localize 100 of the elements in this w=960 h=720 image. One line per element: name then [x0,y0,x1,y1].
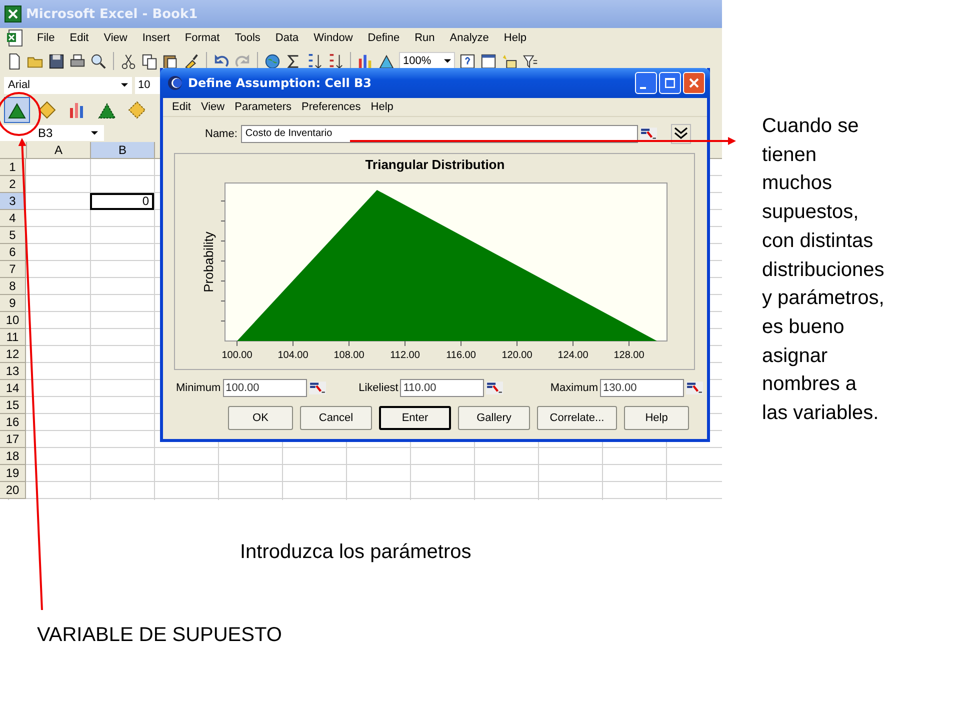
maximize-button[interactable] [659,72,681,94]
row-header[interactable]: 6 [0,244,26,261]
row-header[interactable]: 9 [0,295,26,312]
tick-label: 108.00 [334,350,364,361]
minimize-button[interactable] [635,72,657,94]
menu-item[interactable]: Window [306,32,361,44]
menu-item[interactable]: View [96,32,136,44]
diamond-icon [127,100,147,120]
menu-item[interactable]: Preferences [296,101,366,113]
table-cell[interactable]: 0 [90,193,154,210]
row-header[interactable]: 18 [0,448,26,465]
window-title: Microsoft Excel - Book1 [26,6,198,22]
row-header[interactable]: 5 [0,227,26,244]
font-size-dropdown[interactable]: 10 [135,76,160,94]
minimize-icon [640,87,646,89]
dialog-button[interactable]: Gallery [458,406,530,430]
field-label: Minimum [176,382,221,394]
diamond-icon [37,100,57,120]
bar-chart-icon[interactable] [357,52,374,70]
window-icon[interactable] [480,52,497,70]
row-header[interactable]: 17 [0,431,26,448]
tick-label: 100.00 [222,350,252,361]
dialog-button[interactable]: Enter [379,406,451,430]
font-dropdown[interactable]: Arial [4,76,132,94]
row-header[interactable]: 20 [0,482,26,499]
row-header[interactable]: 14 [0,380,26,397]
parameter-field[interactable]: 100.00 [222,379,307,397]
column-header[interactable]: B [91,142,155,159]
tick-label: 116.00 [446,350,476,361]
menu-item[interactable]: Format [178,32,228,44]
row-header[interactable]: 7 [0,261,26,278]
globe-icon[interactable] [264,52,281,70]
expand-button[interactable] [671,124,692,144]
menu-item[interactable]: Edit [167,101,196,113]
annotation-text: Introduzca los parámetros [240,541,472,564]
row-header[interactable]: 10 [0,312,26,329]
row-header[interactable]: 16 [0,414,26,431]
cell-reference-icon[interactable] [686,381,704,395]
menu-item[interactable]: Help [366,101,398,113]
menu-item[interactable]: Edit [62,32,97,44]
filter-icon[interactable] [522,52,539,70]
printer-icon[interactable] [69,52,86,70]
row-header[interactable]: 8 [0,278,26,295]
dialog-title: Define Assumption: Cell B3 [188,76,373,90]
menu-item[interactable]: Insert [135,32,178,44]
menu-item[interactable]: Run [408,32,443,44]
menu-item[interactable]: Analyze [442,32,497,44]
tick-label: 120.00 [502,350,532,361]
clipboard-icon[interactable] [162,52,179,70]
dialog-button[interactable]: Cancel [300,406,372,430]
undo-icon[interactable] [213,52,230,70]
annotation-text: VARIABLE DE SUPUESTO [37,624,282,647]
help-icon[interactable] [459,52,476,70]
field-label: Likeliest [358,382,398,394]
spreadsheet-icon[interactable] [6,29,24,47]
save-icon[interactable] [48,52,65,70]
toolbar-button[interactable] [4,97,30,123]
close-button[interactable] [683,72,705,94]
row-header[interactable]: 12 [0,346,26,363]
redo-icon[interactable] [234,52,251,70]
cell-reference-icon[interactable] [308,381,326,395]
maximize-icon [665,78,675,88]
menu-item[interactable]: Parameters [230,101,296,113]
row-header[interactable]: 13 [0,363,26,380]
scissors-icon[interactable] [120,52,137,70]
row-header[interactable]: 19 [0,465,26,482]
cell-reference-icon[interactable] [486,381,504,395]
name-field[interactable]: Costo de Inventario [241,125,638,143]
menu-item[interactable]: Tools [228,32,268,44]
sort-ascending-icon[interactable] [306,52,323,70]
brush-icon[interactable] [183,52,200,70]
row-header[interactable]: 11 [0,329,26,346]
row-header[interactable]: 15 [0,397,26,414]
cell-reference-icon[interactable] [640,127,658,141]
tick-label: 112.00 [390,350,420,361]
magnifier-icon[interactable] [90,52,107,70]
name-box[interactable]: B3 [0,125,104,141]
parameter-field[interactable]: 110.00 [400,379,484,397]
menu-item[interactable]: View [196,101,230,113]
caret-icon [121,83,128,87]
axis-label: Probability [201,232,216,292]
dialog-button[interactable]: Correlate... [537,406,617,430]
column-header[interactable]: A [27,142,91,159]
parameter-field[interactable]: 130.00 [600,379,684,397]
menu-item[interactable]: Define [360,32,408,44]
menu-item[interactable]: File [30,32,63,44]
dialog-button[interactable]: OK [228,406,293,430]
menu-item[interactable]: Data [268,32,307,44]
caret-icon [91,131,98,135]
sort-descending-icon[interactable] [327,52,344,70]
dialog-button[interactable]: Help [624,406,689,430]
copy-icon[interactable] [141,52,158,70]
row-header[interactable]: 2 [0,176,26,193]
row-header[interactable]: 1 [0,159,26,176]
field-label: Name: [205,128,238,140]
menu-item[interactable]: Help [496,32,535,44]
crystal-ball-icon [167,75,183,91]
row-header[interactable]: 4 [0,210,26,227]
row-header[interactable]: 3 [0,193,26,210]
caret-icon [444,59,451,63]
